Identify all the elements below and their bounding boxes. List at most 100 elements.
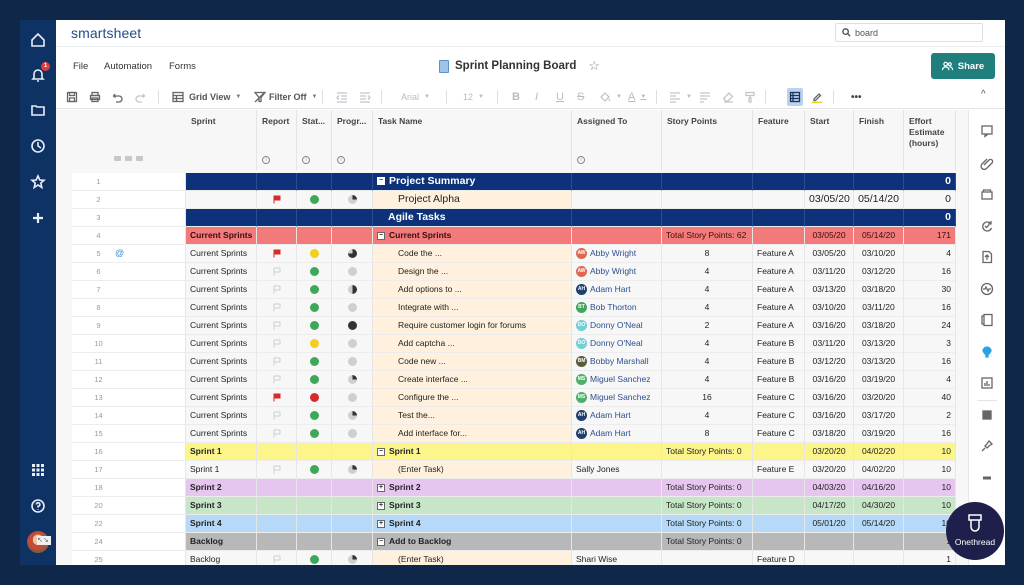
assigned-to-cell[interactable]: DO Donny O'Neal — [572, 317, 662, 335]
progress-cell[interactable] — [332, 479, 373, 497]
task-name-cell[interactable]: + Sprint 3 — [373, 497, 572, 515]
font-size-dropdown[interactable]: 12 ▼ — [463, 89, 484, 105]
outdent-icon[interactable] — [336, 89, 348, 105]
comments-icon[interactable] — [980, 124, 994, 138]
feature-cell[interactable] — [753, 479, 805, 497]
row-number[interactable]: 6 — [72, 263, 186, 281]
table-row[interactable]: 18 Sprint 2 + Sprint 2 Total Story Points: 0… — [72, 479, 956, 497]
progress-cell[interactable] — [332, 389, 373, 407]
row-number[interactable]: 17 — [72, 461, 186, 479]
start-date-cell[interactable]: 03/11/20 — [805, 263, 854, 281]
assigned-to-cell[interactable]: Shari Wise — [572, 551, 662, 565]
start-date-cell[interactable] — [805, 551, 854, 565]
table-row[interactable]: 5 @ Current Sprints Code the ... AW Abby Wrig… — [72, 245, 956, 263]
column-header-finish[interactable]: Finish — [854, 110, 904, 170]
progress-cell[interactable] — [332, 515, 373, 533]
story-points-cell[interactable] — [662, 551, 753, 565]
status-cell[interactable] — [297, 389, 332, 407]
flag-on-icon[interactable] — [273, 195, 281, 204]
status-cell[interactable] — [297, 209, 332, 227]
feature-cell[interactable]: Feature C — [753, 425, 805, 443]
story-points-cell[interactable]: 4 — [662, 407, 753, 425]
start-date-cell[interactable] — [805, 173, 854, 191]
row-number[interactable]: 22 — [72, 515, 186, 533]
finish-date-cell[interactable]: 03/10/20 — [854, 245, 904, 263]
activity-log-icon[interactable] — [980, 282, 994, 296]
brandfolder-icon[interactable] — [980, 345, 994, 359]
search-input[interactable] — [855, 27, 975, 38]
column-header-task[interactable]: Task Name — [373, 110, 572, 170]
start-date-cell[interactable]: 03/05/20 — [805, 191, 854, 209]
sprint-cell[interactable]: Current Sprints — [186, 371, 257, 389]
text-color-dropdown[interactable]: A ▼ — [628, 89, 646, 105]
row-number[interactable]: 16 — [72, 443, 186, 461]
assigned-to-cell[interactable]: AH Adam Hart — [572, 425, 662, 443]
table-row[interactable]: 7 Current Sprints Add options to ... AH Adam… — [72, 281, 956, 299]
collapse-minus-icon[interactable]: − — [377, 537, 385, 546]
sprint-cell[interactable] — [186, 209, 257, 227]
table-row[interactable]: 1 − Project Summary 0 — [72, 173, 956, 191]
collapse-toolbar-chevron-icon[interactable]: ^ — [981, 89, 986, 100]
home-icon[interactable] — [28, 30, 48, 50]
story-points-cell[interactable]: 4 — [662, 353, 753, 371]
wrap-text-icon[interactable] — [699, 89, 711, 105]
status-cell[interactable] — [297, 515, 332, 533]
feature-cell[interactable]: Feature E — [753, 461, 805, 479]
sprint-cell[interactable]: Current Sprints — [186, 263, 257, 281]
task-name-cell[interactable]: Project Alpha — [373, 191, 572, 209]
row-number[interactable]: 2 — [72, 191, 186, 209]
underline-button[interactable]: U — [556, 89, 564, 105]
status-cell[interactable] — [297, 335, 332, 353]
progress-harvey-ball-icon[interactable] — [347, 555, 357, 565]
report-flag-cell[interactable] — [257, 443, 297, 461]
story-points-cell[interactable]: 4 — [662, 371, 753, 389]
story-points-cell[interactable] — [662, 209, 753, 227]
sprint-cell[interactable]: Current Sprints — [186, 389, 257, 407]
assigned-to-cell[interactable]: Sally Jones — [572, 461, 662, 479]
progress-harvey-ball-icon[interactable] — [347, 195, 357, 205]
feature-cell[interactable] — [753, 191, 805, 209]
task-name-cell[interactable]: (Enter Task) — [373, 461, 572, 479]
table-row[interactable]: 8 Current Sprints Integrate with ... BT Bob … — [72, 299, 956, 317]
proofs-icon[interactable] — [980, 187, 994, 201]
finish-date-cell[interactable]: 03/19/20 — [854, 425, 904, 443]
feature-cell[interactable]: Feature B — [753, 353, 805, 371]
strikethrough-button[interactable]: S — [577, 89, 584, 105]
feature-cell[interactable]: Feature B — [753, 371, 805, 389]
flag-off-icon[interactable] — [273, 429, 281, 438]
flag-off-icon[interactable] — [273, 411, 281, 420]
assigned-to-cell[interactable] — [572, 515, 662, 533]
effort-estimate-cell[interactable]: 0 — [904, 173, 956, 191]
undo-icon[interactable] — [112, 89, 124, 105]
finish-date-cell[interactable]: 03/13/20 — [854, 335, 904, 353]
flag-on-icon[interactable] — [273, 249, 281, 258]
report-flag-cell[interactable] — [257, 533, 297, 551]
table-row[interactable]: 22 Sprint 4 + Sprint 4 Total Story Points: 0… — [72, 515, 956, 533]
progress-cell[interactable] — [332, 551, 373, 565]
status-green-dot-icon[interactable] — [309, 285, 319, 295]
row-number[interactable]: 1 — [72, 173, 186, 191]
assigned-to-cell[interactable] — [572, 227, 662, 245]
status-cell[interactable] — [297, 191, 332, 209]
align-dropdown[interactable]: ▼ — [669, 89, 692, 105]
feature-cell[interactable]: Feature C — [753, 407, 805, 425]
start-date-cell[interactable]: 03/10/20 — [805, 299, 854, 317]
effort-estimate-cell[interactable]: 10 — [904, 479, 956, 497]
assigned-to-cell[interactable] — [572, 533, 662, 551]
card-layout-toggle[interactable] — [787, 88, 803, 106]
assigned-to-cell[interactable]: AW Abby Wright — [572, 263, 662, 281]
feature-cell[interactable] — [753, 533, 805, 551]
collapse-minus-icon[interactable]: − — [377, 447, 385, 456]
story-points-cell[interactable]: Total Story Points: 62 — [662, 227, 753, 245]
progress-cell[interactable] — [332, 317, 373, 335]
start-date-cell[interactable]: 03/20/20 — [805, 461, 854, 479]
report-flag-cell[interactable] — [257, 173, 297, 191]
effort-estimate-cell[interactable]: 24 — [904, 317, 956, 335]
sprint-cell[interactable]: Sprint 1 — [186, 443, 257, 461]
sprint-cell[interactable]: Current Sprints — [186, 407, 257, 425]
finish-date-cell[interactable]: 05/14/20 — [854, 515, 904, 533]
row-number[interactable]: 9 — [72, 317, 186, 335]
finish-date-cell[interactable] — [854, 551, 904, 565]
status-yellow-dot-icon[interactable] — [309, 339, 319, 349]
clear-format-eraser-icon[interactable] — [722, 89, 734, 105]
